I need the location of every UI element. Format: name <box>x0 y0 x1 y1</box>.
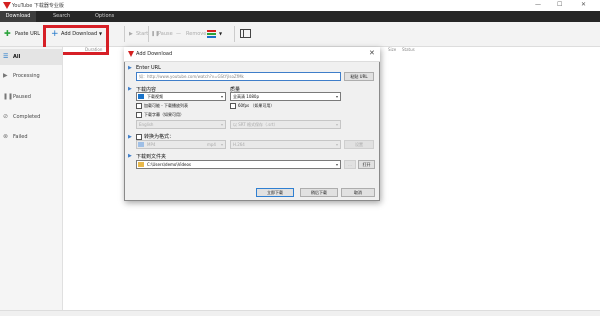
list-view-icon[interactable] <box>207 30 216 32</box>
column-size[interactable]: Size <box>388 47 396 52</box>
title-bar <box>0 0 600 11</box>
subtitles-checkbox-label: 下载字幕（如果可用） <box>144 112 184 117</box>
start-icon: ▶ <box>129 31 133 37</box>
convert-label: 转换为格式： <box>144 134 175 140</box>
plus-icon: ✚ <box>4 29 11 38</box>
maximize-button[interactable]: ☐ <box>557 1 562 8</box>
download-now-button[interactable]: 立即下载 <box>256 188 294 197</box>
subtitle-language-value: English <box>139 122 154 127</box>
folder-select-value: C:\Users\demo\Videos <box>147 162 192 167</box>
open-folder-button[interactable]: 打开 <box>358 160 375 169</box>
chevron-down-icon: ▾ <box>335 122 338 127</box>
folder-icon <box>138 162 144 167</box>
pause-icon: ❚❚ <box>3 93 14 100</box>
codec-select[interactable]: H.264 ▾ <box>230 140 341 149</box>
panel-toggle-divider <box>243 29 244 38</box>
paste-url-dialog-button[interactable]: 粘贴 URL <box>344 72 374 81</box>
sidebar-item-label: Processing <box>13 73 40 79</box>
sidebar-item-failed[interactable]: ⊗ Failed <box>0 129 62 145</box>
sidebar-item-paused[interactable]: ❚❚ Paused <box>0 89 62 105</box>
quality-select[interactable]: 全高清 1080p ▾ <box>230 92 341 101</box>
view-chevron-down-icon[interactable]: ▼ <box>219 22 222 46</box>
list-view-icon-bar <box>207 36 216 38</box>
enter-url-label: Enter URL <box>136 65 161 71</box>
format-extension: mp4 <box>207 142 216 147</box>
app-logo-icon <box>3 2 11 9</box>
playlist-checkbox[interactable] <box>136 103 142 109</box>
menu-search[interactable]: Search <box>53 11 70 22</box>
sidebar-item-completed[interactable]: ⊘ Completed <box>0 109 62 125</box>
playlist-checkbox-label: 加载可能 - 下载播放列表 <box>144 103 188 108</box>
format-select[interactable]: MP4 mp4 ▾ <box>136 140 226 149</box>
close-button[interactable]: ✕ <box>581 1 586 8</box>
subtitle-format-select[interactable]: 以 SRT 格式保存（.srt） ▾ <box>230 120 341 129</box>
section-arrow-icon: ▶ <box>128 134 132 140</box>
dialog-title: Add Download <box>136 51 173 57</box>
sidebar-item-label: All <box>13 54 21 60</box>
menu-options[interactable]: Options <box>95 11 114 22</box>
sidebar-item-label: Failed <box>13 134 28 140</box>
chevron-down-icon: ▾ <box>220 94 223 99</box>
section-arrow-icon: ▶ <box>128 65 132 71</box>
codec-settings-button[interactable]: 设置 <box>344 140 374 149</box>
sidebar <box>0 47 63 310</box>
status-bar <box>0 310 600 316</box>
video-icon <box>138 94 144 99</box>
dialog-close-icon[interactable]: ✕ <box>369 49 375 57</box>
chevron-down-icon: ▾ <box>335 94 338 99</box>
content-select-value: 下载视频 <box>147 94 163 99</box>
chevron-down-icon: ▾ <box>220 142 223 147</box>
section-arrow-icon: ▶ <box>128 86 132 92</box>
chevron-down-icon: ▾ <box>335 162 338 167</box>
cancel-button[interactable]: 取消 <box>341 188 375 197</box>
chevron-down-icon: ▾ <box>220 122 223 127</box>
menu-bar <box>0 11 600 22</box>
quality-select-value: 全高清 1080p <box>233 94 259 99</box>
folder-select[interactable]: C:\Users\demo\Videos ▾ <box>136 160 341 169</box>
sidebar-item-label: Completed <box>13 114 41 120</box>
format-select-value: MP4 <box>147 142 156 147</box>
panel-toggle-icon[interactable] <box>240 29 251 38</box>
chevron-down-icon: ▾ <box>335 142 338 147</box>
check-icon: ⊘ <box>3 113 9 120</box>
sidebar-item-label: Paused <box>13 94 31 100</box>
column-duration[interactable]: Duration <box>85 47 102 52</box>
toolbar-separator <box>148 26 149 42</box>
remove-icon: — <box>176 31 181 37</box>
sidebar-item-all[interactable]: ☰ All <box>0 49 62 65</box>
start-button[interactable]: Start <box>136 22 148 46</box>
app-title: YouTube 下载器专业版 <box>12 3 64 9</box>
toolbar-separator <box>234 26 235 42</box>
subtitles-checkbox[interactable] <box>136 112 142 118</box>
pause-button[interactable]: Pause <box>158 22 173 46</box>
fps60-checkbox-label: 60fps （如果可用） <box>238 103 275 108</box>
codec-select-value: H.264 <box>233 142 245 147</box>
add-later-button[interactable]: 稍后下载 <box>300 188 338 197</box>
subtitle-language-select[interactable]: English ▾ <box>136 120 226 129</box>
format-icon <box>138 142 144 147</box>
subtitle-format-value: 以 SRT 格式保存（.srt） <box>233 122 278 127</box>
browse-button[interactable]: ... <box>344 160 356 169</box>
section-arrow-icon: ▶ <box>128 153 132 159</box>
list-view-icon-bar <box>207 33 216 35</box>
dialog-logo-icon <box>128 51 134 57</box>
folder-label: 下载到文件夹 <box>136 154 167 160</box>
list-icon: ☰ <box>3 53 9 60</box>
fps60-checkbox[interactable] <box>230 103 236 109</box>
play-icon: ▶ <box>3 72 8 79</box>
content-select[interactable]: 下载视频 ▾ <box>136 92 226 101</box>
remove-button[interactable]: Remove <box>186 22 206 46</box>
menu-download[interactable]: Download <box>0 11 36 22</box>
toolbar-separator <box>124 26 125 42</box>
url-input[interactable]: 如：http://www.youtube.com/watch?v=GStYjIs… <box>136 72 341 81</box>
column-status[interactable]: Status <box>402 47 415 52</box>
error-icon: ⊗ <box>3 133 9 140</box>
paste-url-button[interactable]: Paste URL <box>15 22 40 46</box>
sidebar-item-processing[interactable]: ▶ Processing <box>0 68 62 84</box>
minimize-button[interactable]: — <box>535 1 541 8</box>
